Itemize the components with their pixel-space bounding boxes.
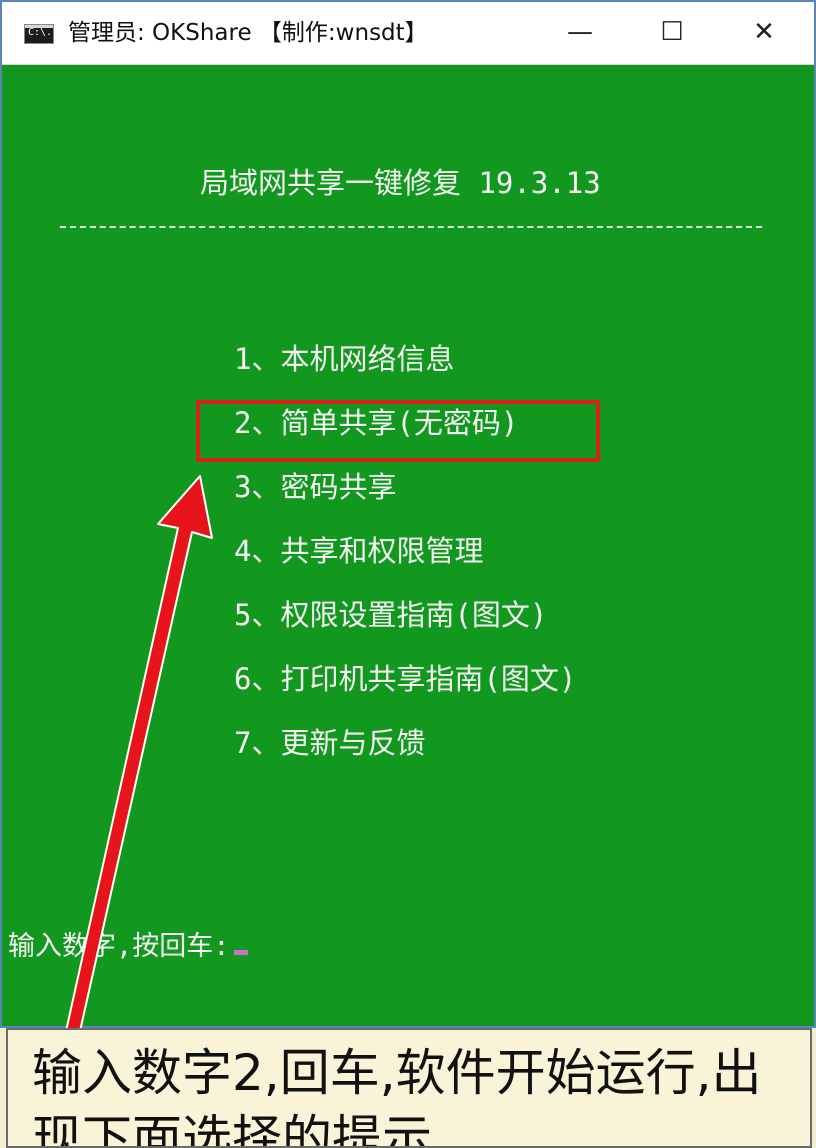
annotation-arrow [63, 475, 213, 1041]
arrow-shape [63, 475, 213, 1041]
caption-text: 输入数字2,回车,软件开始运行,出现下面选择的提示 [32, 1044, 762, 1148]
annotation-caption: 输入数字2,回车,软件开始运行,出现下面选择的提示 [6, 1028, 812, 1148]
